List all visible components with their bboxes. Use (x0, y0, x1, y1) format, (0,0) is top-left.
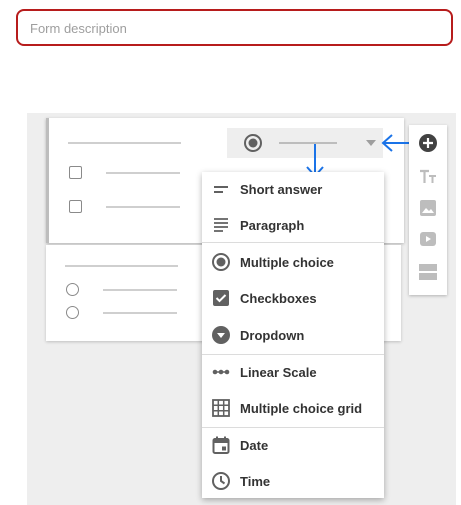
menu-item-label: Short answer (240, 182, 323, 197)
radio-option-icon (66, 283, 79, 296)
radio-option-icon (66, 306, 79, 319)
linear-scale-icon (212, 369, 230, 375)
option-placeholder (103, 312, 177, 314)
calendar-icon (212, 436, 230, 454)
menu-item-time[interactable]: Time (202, 464, 384, 500)
menu-item-short-answer[interactable]: Short answer (202, 172, 384, 208)
video-icon[interactable] (418, 229, 438, 249)
question-title-placeholder (65, 265, 178, 267)
title-text-icon[interactable] (418, 167, 438, 187)
menu-item-label: Multiple choice (240, 255, 334, 270)
menu-item-label: Linear Scale (240, 365, 317, 380)
menu-item-label: Checkboxes (240, 291, 317, 306)
add-question-icon[interactable] (418, 133, 438, 153)
image-icon[interactable] (418, 198, 438, 218)
menu-item-label: Dropdown (240, 328, 305, 343)
form-description-field[interactable] (16, 9, 453, 46)
radio-button-icon (212, 253, 230, 271)
menu-item-label: Multiple choice grid (240, 401, 363, 416)
grid-icon (212, 399, 230, 417)
question-type-menu: Short answer Paragraph Multiple choice C… (202, 172, 384, 498)
paragraph-icon (214, 218, 228, 232)
chevron-down-icon (366, 140, 376, 146)
dropdown-icon (212, 326, 230, 344)
menu-item-paragraph[interactable]: Paragraph (202, 208, 384, 244)
question-title-placeholder (68, 142, 181, 144)
checkbox-option-icon (69, 166, 82, 179)
side-toolbar (409, 125, 447, 295)
menu-item-label: Time (240, 474, 271, 489)
menu-item-multiple-choice-grid[interactable]: Multiple choice grid (202, 391, 384, 427)
section-icon[interactable] (418, 262, 438, 282)
menu-item-date[interactable]: Date (202, 428, 384, 464)
menu-item-dropdown[interactable]: Dropdown (202, 318, 384, 354)
menu-divider (202, 242, 384, 243)
option-placeholder (106, 206, 180, 208)
checkbox-option-icon (69, 200, 82, 213)
menu-item-checkboxes[interactable]: Checkboxes (202, 281, 384, 317)
radio-button-icon (244, 134, 262, 152)
option-placeholder (106, 172, 180, 174)
menu-item-linear-scale[interactable]: Linear Scale (202, 355, 384, 391)
option-placeholder (103, 289, 177, 291)
short-answer-icon (214, 186, 228, 193)
menu-item-label: Date (240, 438, 269, 453)
form-description-input[interactable] (30, 19, 430, 37)
menu-item-multiple-choice[interactable]: Multiple choice (202, 245, 384, 281)
checkbox-icon (213, 290, 229, 306)
clock-icon (212, 472, 230, 490)
menu-item-label: Paragraph (240, 218, 305, 233)
